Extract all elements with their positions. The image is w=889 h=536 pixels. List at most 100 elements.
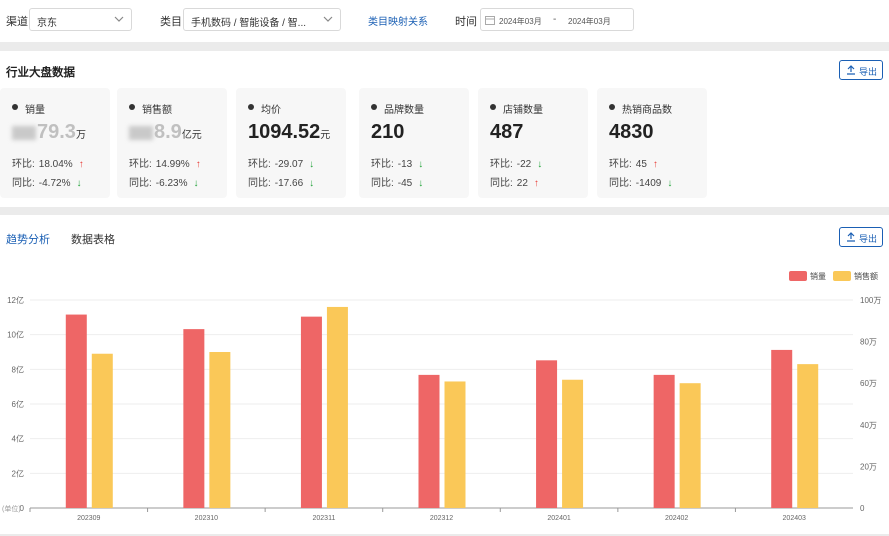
arrow-up-icon: ↑ — [652, 159, 658, 170]
metric-card-sales-volume: 销量 79.3万 环比: 18.04% ↑ 同比: -4.72% ↓ — [0, 88, 110, 198]
yoy-label: 同比: — [129, 178, 152, 189]
y-left-tick-label: 8亿 — [12, 364, 24, 374]
bar-sales-amount — [209, 352, 231, 508]
date-start[interactable]: 2024年03月 — [499, 16, 542, 27]
y-right-tick-label: 60万 — [860, 379, 877, 388]
metric-card-brand-count: 品牌数量 210 环比: -13 ↓ 同比: -45 ↓ — [359, 88, 469, 198]
calendar-icon — [485, 16, 495, 25]
yoy-label: 同比: — [248, 178, 271, 189]
bullet-dot — [12, 104, 18, 110]
bullet-dot — [248, 104, 254, 110]
metric-card-sales-amount: 销售额 8.9亿元 环比: 14.99% ↑ 同比: -6.23% ↓ — [117, 88, 227, 198]
metric-card-hot-product-count: 热销商品数 4830 环比: 45 ↑ 同比: -1409 ↓ — [597, 88, 707, 198]
mom-row: 环比: 45 ↑ — [609, 155, 658, 170]
mom-label: 环比: — [129, 159, 152, 170]
arrow-up-icon: ↑ — [195, 159, 201, 170]
date-separator: - — [553, 14, 557, 25]
x-tick-label: 202401 — [547, 515, 570, 522]
date-end[interactable]: 2024年03月 — [568, 16, 611, 27]
arrow-down-icon: ↓ — [667, 178, 673, 189]
arrow-down-icon: ↓ — [76, 178, 82, 189]
y-left-tick-label: 4亿 — [12, 434, 24, 444]
metric-unit: 亿元 — [181, 130, 202, 141]
export-icon — [847, 65, 855, 75]
y-right-tick-label: 100万 — [860, 296, 881, 305]
yoy-row: 同比: -17.66 ↓ — [248, 174, 314, 189]
metric-value: 487 — [490, 121, 523, 144]
metric-value-number: 210 — [371, 121, 405, 143]
metric-unit: 元 — [320, 130, 331, 141]
bullet-dot — [129, 104, 135, 110]
category-mapping-link[interactable]: 类目映射关系 — [368, 13, 428, 28]
tab-trend-analysis[interactable]: 趋势分析 — [6, 231, 50, 247]
bar-sales-volume — [183, 329, 205, 508]
channel-select[interactable]: 京东 — [29, 8, 132, 31]
metric-label: 销量 — [25, 105, 45, 116]
overview-export-button[interactable]: 导出 — [839, 60, 883, 80]
y-right-tick-label: 80万 — [860, 338, 877, 347]
metric-label: 热销商品数 — [622, 105, 672, 116]
section-divider — [0, 207, 889, 215]
metric-value: 210 — [371, 121, 404, 144]
metric-label: 销售额 — [142, 105, 172, 116]
metric-value: 1094.52元 — [248, 121, 330, 144]
yoy-value: -45 — [397, 178, 413, 189]
bullet-dot — [371, 104, 377, 110]
time-label: 时间 — [455, 16, 477, 28]
masked-value — [12, 125, 36, 140]
section-divider — [0, 42, 889, 51]
metric-card-store-count: 店铺数量 487 环比: -22 ↓ 同比: 22 ↑ — [478, 88, 588, 198]
yoy-label: 同比: — [609, 178, 632, 189]
metric-value-number: 8.9 — [154, 121, 182, 143]
bar-sales-volume — [418, 374, 440, 508]
channel-select-value: 京东 — [37, 18, 57, 29]
category-label: 类目 — [160, 16, 182, 28]
mom-row: 环比: 14.99% ↑ — [129, 155, 201, 170]
bar-sales-amount — [91, 353, 113, 508]
y-left-tick-label: 12亿 — [7, 295, 24, 305]
overview-title: 行业大盘数据 — [6, 67, 75, 79]
export-icon — [847, 232, 855, 242]
overview-export-label: 导出 — [859, 67, 878, 77]
arrow-down-icon: ↓ — [309, 159, 315, 170]
mom-value: 14.99% — [155, 159, 190, 170]
filter-bar: 渠道 京东 类目 手机数码 / 智能设备 / 智... 类目映射关系 时间 20… — [0, 0, 889, 42]
category-select[interactable]: 手机数码 / 智能设备 / 智... — [183, 8, 341, 31]
legend-label-sales-volume: 销量 — [810, 272, 826, 281]
y-right-tick-label: 0 — [860, 504, 865, 513]
trend-export-button[interactable]: 导出 — [839, 227, 883, 247]
metric-card-avg-price: 均价 1094.52元 环比: -29.07 ↓ 同比: -17.66 ↓ — [236, 88, 346, 198]
y-right-tick-label: 40万 — [860, 421, 877, 430]
mom-label: 环比: — [248, 159, 271, 170]
x-tick-label: 202311 — [313, 515, 336, 522]
yoy-row: 同比: -4.72% ↓ — [12, 174, 81, 189]
metric-value: 79.3万 — [12, 121, 86, 144]
yoy-value: -1409 — [635, 178, 662, 189]
yoy-value: 22 — [516, 178, 528, 189]
bar-sales-volume — [653, 374, 675, 508]
y-left-unit-label: (单位) — [2, 504, 21, 513]
bar-sales-volume — [300, 316, 322, 508]
mom-value: -22 — [516, 159, 532, 170]
date-range-picker[interactable]: 2024年03月 - 2024年03月 — [480, 8, 634, 31]
metric-label: 品牌数量 — [384, 105, 424, 116]
yoy-value: -17.66 — [274, 178, 304, 189]
bar-sales-amount — [326, 306, 348, 508]
yoy-label: 同比: — [490, 178, 513, 189]
trend-export-label: 导出 — [859, 234, 878, 244]
metric-label: 均价 — [261, 105, 281, 116]
y-left-tick-label: 2亿 — [12, 468, 24, 478]
y-left-tick-label: 10亿 — [7, 330, 24, 340]
x-tick-label: 202312 — [430, 515, 453, 522]
metric-label: 店铺数量 — [503, 105, 543, 116]
trend-bar-chart: 02亿4亿6亿8亿10亿12亿(单位) 020万40万60万80万100万2023… — [2, 295, 881, 522]
tab-data-table[interactable]: 数据表格 — [71, 231, 115, 247]
chevron-down-icon — [114, 16, 124, 22]
bar-sales-volume — [536, 360, 558, 508]
channel-label: 渠道 — [6, 16, 28, 28]
x-tick-label: 202309 — [77, 515, 100, 522]
bullet-dot — [609, 104, 615, 110]
arrow-up-icon: ↑ — [78, 159, 84, 170]
mom-label: 环比: — [371, 159, 394, 170]
yoy-row: 同比: 22 ↑ — [490, 174, 539, 189]
